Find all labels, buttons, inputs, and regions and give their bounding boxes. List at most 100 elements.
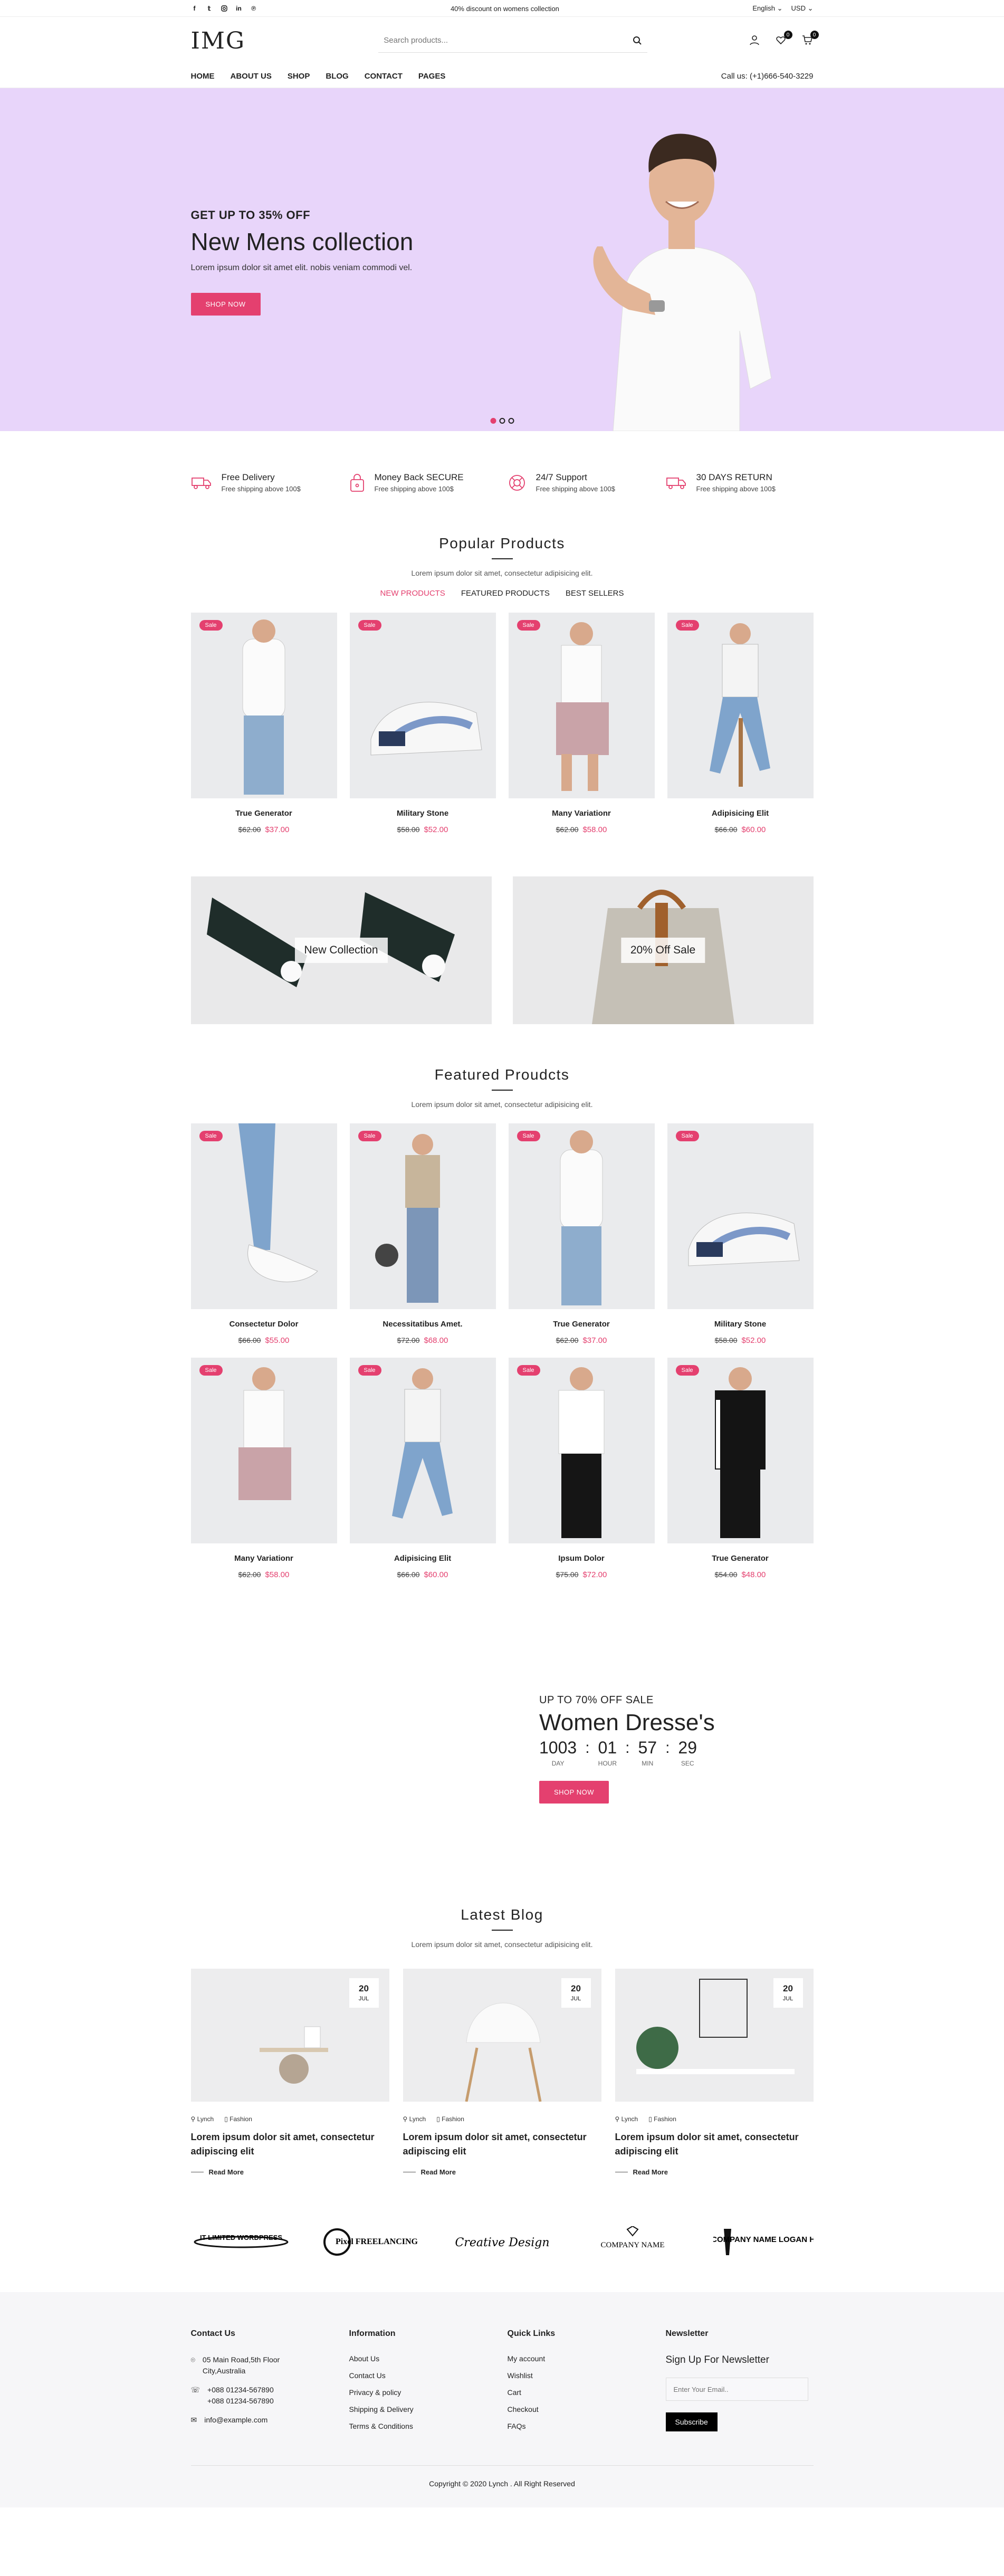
post-category[interactable]: ▯ Fashion [648, 2115, 676, 2123]
product-image[interactable]: Sale [190, 1123, 337, 1309]
product-card[interactable]: Sale Adipisicing Elit $66.00 $60.00 [349, 1358, 496, 1579]
footer-link[interactable]: Shipping & Delivery [349, 2405, 497, 2413]
read-more-link[interactable]: Read More [191, 2168, 389, 2176]
contact-email[interactable]: info@example.com [204, 2415, 267, 2426]
blog-image[interactable]: 20 JUL [403, 1969, 601, 2102]
footer-link[interactable]: My account [508, 2354, 655, 2363]
blog-image[interactable]: 20 JUL [190, 1969, 389, 2102]
facebook-icon[interactable]: f [191, 5, 198, 12]
product-card[interactable]: Sale Many Variationr $62.00 $58.00 [190, 1358, 337, 1579]
banner-sale[interactable]: 20% Off Sale [512, 876, 814, 1024]
nav-shop[interactable]: SHOP [288, 65, 310, 87]
brand-logo[interactable]: Creative Design [452, 2221, 552, 2263]
nav-blog[interactable]: BLOG [326, 65, 348, 87]
product-card[interactable]: Sale Ipsum Dolor $75.00 $72.00 [508, 1358, 655, 1579]
section-title: Featured Proudcts [434, 1066, 570, 1083]
footer-link[interactable]: Terms & Conditions [349, 2422, 497, 2430]
wishlist-icon[interactable]: 0 [776, 31, 792, 46]
linkedin-icon[interactable]: in [235, 5, 243, 12]
currency-select[interactable]: USD ⌄ [791, 4, 814, 13]
product-name[interactable]: Consectetur Dolor [191, 1320, 337, 1329]
footer-link[interactable]: Contact Us [349, 2371, 497, 2380]
twitter-icon[interactable]: 𝕥 [206, 5, 213, 12]
post-title[interactable]: Lorem ipsum dolor sit amet, consectetur … [403, 2130, 601, 2159]
footer-link[interactable]: About Us [349, 2354, 497, 2363]
search-input[interactable] [384, 36, 606, 45]
product-name[interactable]: True Generator [191, 809, 337, 818]
post-author[interactable]: ⚲ Lynch [191, 2115, 214, 2123]
product-name[interactable]: Necessitatibus Amet. [350, 1320, 496, 1329]
post-title[interactable]: Lorem ipsum dolor sit amet, consectetur … [191, 2130, 389, 2159]
product-name[interactable]: Military Stone [350, 809, 496, 818]
brand-logo[interactable]: IT LIMITED WORDPRESS [191, 2221, 291, 2263]
product-name[interactable]: True Generator [667, 1554, 814, 1563]
slider-dot-2[interactable] [499, 418, 505, 424]
logo[interactable]: IMG [191, 27, 246, 54]
product-image[interactable]: Sale [190, 1358, 337, 1543]
product-card[interactable]: Sale Military Stone $58.00 $52.00 [667, 1123, 814, 1345]
search-icon[interactable] [633, 36, 642, 45]
product-name[interactable]: Military Stone [667, 1320, 814, 1329]
tab-best-sellers[interactable]: BEST SELLERS [566, 589, 624, 598]
product-name[interactable]: Adipisicing Elit [350, 1554, 496, 1563]
product-image[interactable]: Sale [349, 1358, 496, 1543]
product-card[interactable]: Sale True Generator $62.00 $37.00 [190, 613, 337, 834]
nav-contact[interactable]: CONTACT [365, 65, 403, 87]
user-icon[interactable] [749, 35, 761, 46]
footer-link[interactable]: Checkout [508, 2405, 655, 2413]
footer-information: Information About Us Contact Us Privacy … [349, 2329, 497, 2439]
product-name[interactable]: Many Variationr [191, 1554, 337, 1563]
subscribe-button[interactable]: Subscribe [665, 2412, 718, 2431]
brand-logo[interactable]: COMPANY NAME [582, 2221, 683, 2263]
read-more-link[interactable]: Read More [615, 2168, 814, 2176]
tab-new-products[interactable]: NEW PRODUCTS [380, 589, 445, 598]
product-card[interactable]: Sale Military Stone $58.00 $52.00 [349, 613, 496, 834]
pinterest-icon[interactable]: ℗ [250, 5, 257, 12]
nav-about[interactable]: ABOUT US [231, 65, 272, 87]
product-image[interactable]: Sale [349, 613, 496, 798]
countdown-shop-button[interactable]: SHOP NOW [539, 1781, 609, 1804]
slider-dot-3[interactable] [508, 418, 514, 424]
product-image[interactable]: Sale [508, 613, 655, 798]
product-image[interactable]: Sale [349, 1123, 496, 1309]
brand-logo[interactable]: Pixel FREELANCING [321, 2221, 422, 2263]
product-card[interactable]: Sale True Generator $62.00 $37.00 [508, 1123, 655, 1345]
footer-link[interactable]: Wishlist [508, 2371, 655, 2380]
post-category[interactable]: ▯ Fashion [224, 2115, 252, 2123]
post-author[interactable]: ⚲ Lynch [615, 2115, 638, 2123]
product-card[interactable]: Sale Consectetur Dolor $66.00 $55.00 [190, 1123, 337, 1345]
instagram-icon[interactable] [221, 5, 228, 12]
product-image[interactable]: Sale [667, 1358, 814, 1543]
product-card[interactable]: Sale True Generator $54.00 $48.00 [667, 1358, 814, 1579]
product-name[interactable]: Ipsum Dolor [509, 1554, 655, 1563]
banner-new-collection[interactable]: New Collection [190, 876, 492, 1024]
product-name[interactable]: True Generator [509, 1320, 655, 1329]
post-title[interactable]: Lorem ipsum dolor sit amet, consectetur … [615, 2130, 814, 2159]
slider-dot-1[interactable] [490, 418, 496, 424]
post-author[interactable]: ⚲ Lynch [403, 2115, 426, 2123]
tab-featured-products[interactable]: FEATURED PRODUCTS [461, 589, 550, 598]
footer-link[interactable]: FAQs [508, 2422, 655, 2430]
footer-link[interactable]: Cart [508, 2388, 655, 2397]
cart-icon[interactable]: 0 [802, 31, 819, 46]
product-image[interactable]: Sale [667, 1123, 814, 1309]
nav-home[interactable]: HOME [190, 65, 215, 92]
newsletter-email-input[interactable] [665, 2378, 808, 2401]
product-name[interactable]: Adipisicing Elit [667, 809, 814, 818]
product-image[interactable]: Sale [667, 613, 814, 798]
product-image[interactable]: Sale [508, 1123, 655, 1309]
language-select[interactable]: English ⌄ [752, 4, 782, 13]
read-more-link[interactable]: Read More [403, 2168, 601, 2176]
product-name[interactable]: Many Variationr [509, 809, 655, 818]
brand-logo[interactable]: COMPANY NAME LOGAN HERE [713, 2221, 814, 2263]
product-image[interactable]: Sale [508, 1358, 655, 1543]
product-image[interactable]: Sale [190, 613, 337, 798]
hero-shop-button[interactable]: SHOP NOW [190, 293, 261, 316]
nav-pages[interactable]: PAGES [418, 65, 445, 87]
blog-image[interactable]: 20 JUL [615, 1969, 814, 2102]
product-card[interactable]: Sale Necessitatibus Amet. $72.00 $68.00 [349, 1123, 496, 1345]
product-card[interactable]: Sale Many Variationr $62.00 $58.00 [508, 613, 655, 834]
footer-link[interactable]: Privacy & policy [349, 2388, 497, 2397]
post-category[interactable]: ▯ Fashion [436, 2115, 464, 2123]
product-card[interactable]: Sale Adipisicing Elit $66.00 $60.00 [667, 613, 814, 834]
